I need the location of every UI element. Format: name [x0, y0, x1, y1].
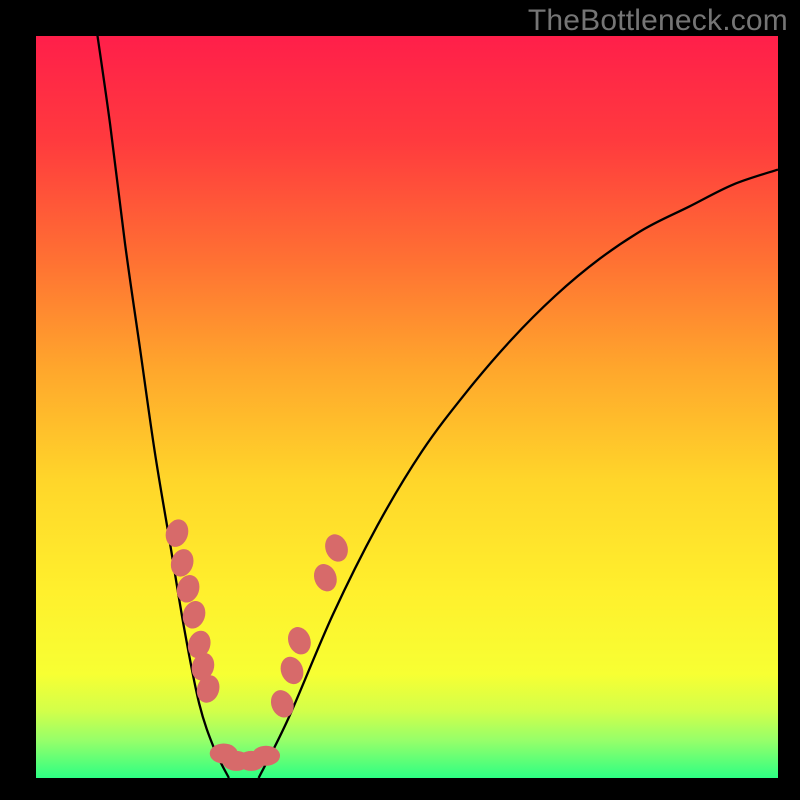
bottleneck-chart: TheBottleneck.com — [0, 0, 800, 800]
plot-area — [36, 21, 778, 778]
watermark-text: TheBottleneck.com — [528, 4, 788, 38]
data-marker — [252, 746, 280, 766]
chart-canvas — [0, 0, 800, 800]
